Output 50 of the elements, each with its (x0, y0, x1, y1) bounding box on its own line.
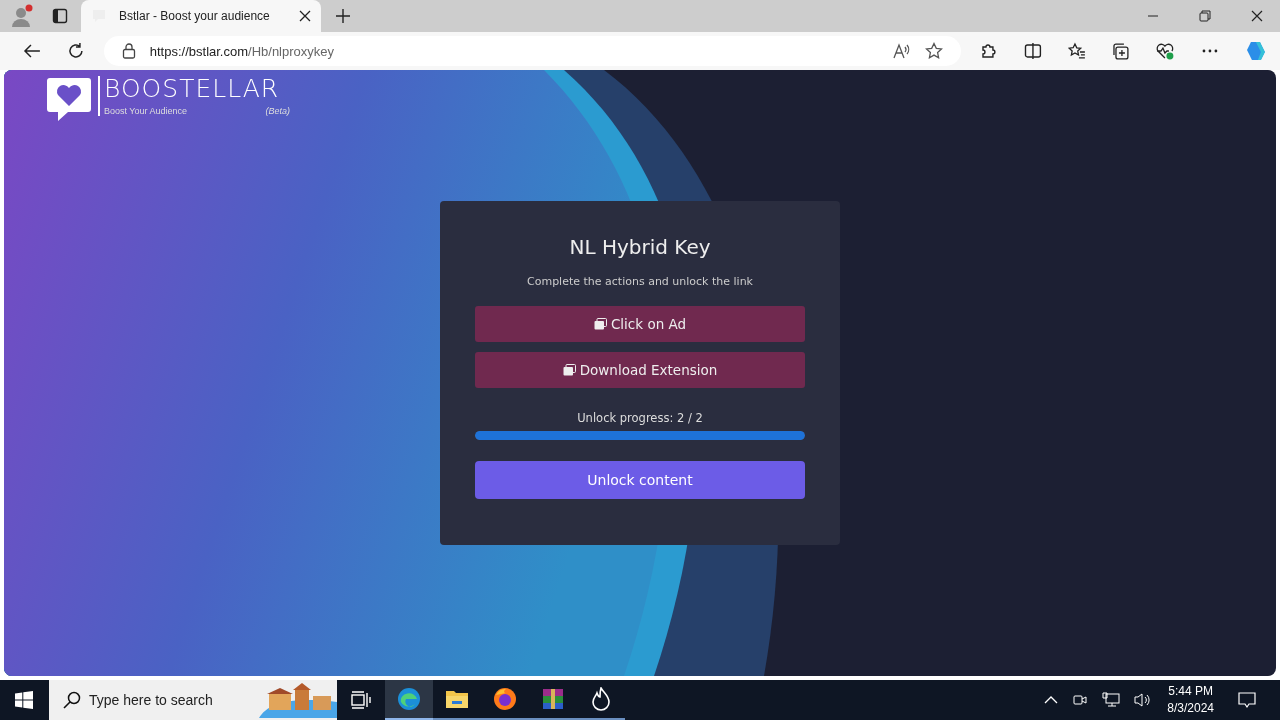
flame-icon (591, 687, 611, 711)
edge-icon (397, 687, 421, 711)
unlock-button[interactable]: Unlock content (475, 461, 805, 499)
clock-date: 8/3/2024 (1167, 700, 1214, 717)
network-icon[interactable] (1102, 692, 1121, 708)
search-icon (63, 691, 81, 709)
split-screen-icon[interactable] (1023, 42, 1042, 60)
progress-label: Unlock progress: 2 / 2 (577, 411, 703, 425)
card-title: NL Hybrid Key (569, 235, 711, 259)
firefox-icon (493, 687, 517, 711)
heart-chat-icon (46, 76, 92, 122)
read-aloud-icon[interactable] (892, 42, 911, 60)
lock-icon (121, 43, 136, 59)
chevron-up-icon[interactable] (1044, 695, 1059, 705)
health-icon[interactable] (1155, 42, 1176, 60)
beta-label: (Beta) (265, 106, 290, 116)
taskbar-search-field[interactable]: Type here to search (49, 680, 337, 720)
action-button[interactable]: Download Extension (475, 352, 805, 388)
task-view-icon[interactable] (351, 691, 371, 709)
town-illustration-icon (259, 682, 337, 718)
logo-tagline: Boost Your Audience (104, 106, 188, 116)
extensions-icon[interactable] (979, 42, 998, 60)
url-text: https://bstlar.com/Hb/nlproxykey (149, 43, 335, 59)
refresh-icon[interactable] (66, 42, 85, 60)
camera-icon[interactable] (1072, 692, 1089, 708)
close-icon[interactable] (1251, 10, 1263, 22)
address-bar[interactable]: https://bstlar.com/Hb/nlproxykey (103, 36, 961, 66)
favorite-star-icon[interactable] (924, 42, 943, 60)
profile-icon[interactable] (10, 4, 34, 28)
close-icon[interactable] (299, 10, 311, 22)
notification-icon[interactable] (1238, 691, 1256, 709)
copy-icon (593, 318, 607, 330)
card-subtitle: Complete the actions and unlock the link (527, 275, 753, 288)
logo-wordmark: BOOSTELLAR (104, 73, 281, 105)
action-button[interactable]: Click on Ad (475, 306, 805, 342)
archive-icon (541, 687, 565, 711)
tab-actions-icon[interactable] (52, 8, 68, 24)
favorites-icon[interactable] (1067, 42, 1086, 60)
clock-time: 5:44 PM (1168, 683, 1213, 700)
volume-icon[interactable] (1134, 692, 1153, 708)
windows-start-icon[interactable] (15, 691, 33, 709)
copilot-icon[interactable] (1245, 40, 1267, 62)
back-icon[interactable] (23, 42, 41, 60)
copy-icon (562, 364, 576, 376)
collections-icon[interactable] (1111, 42, 1130, 60)
restore-icon[interactable] (1199, 10, 1211, 22)
taskbar-app[interactable] (385, 680, 433, 720)
new-tab-icon[interactable] (335, 8, 351, 24)
browser-tab[interactable]: Bstlar - Boost your audience (81, 0, 321, 32)
folder-icon (445, 688, 469, 710)
